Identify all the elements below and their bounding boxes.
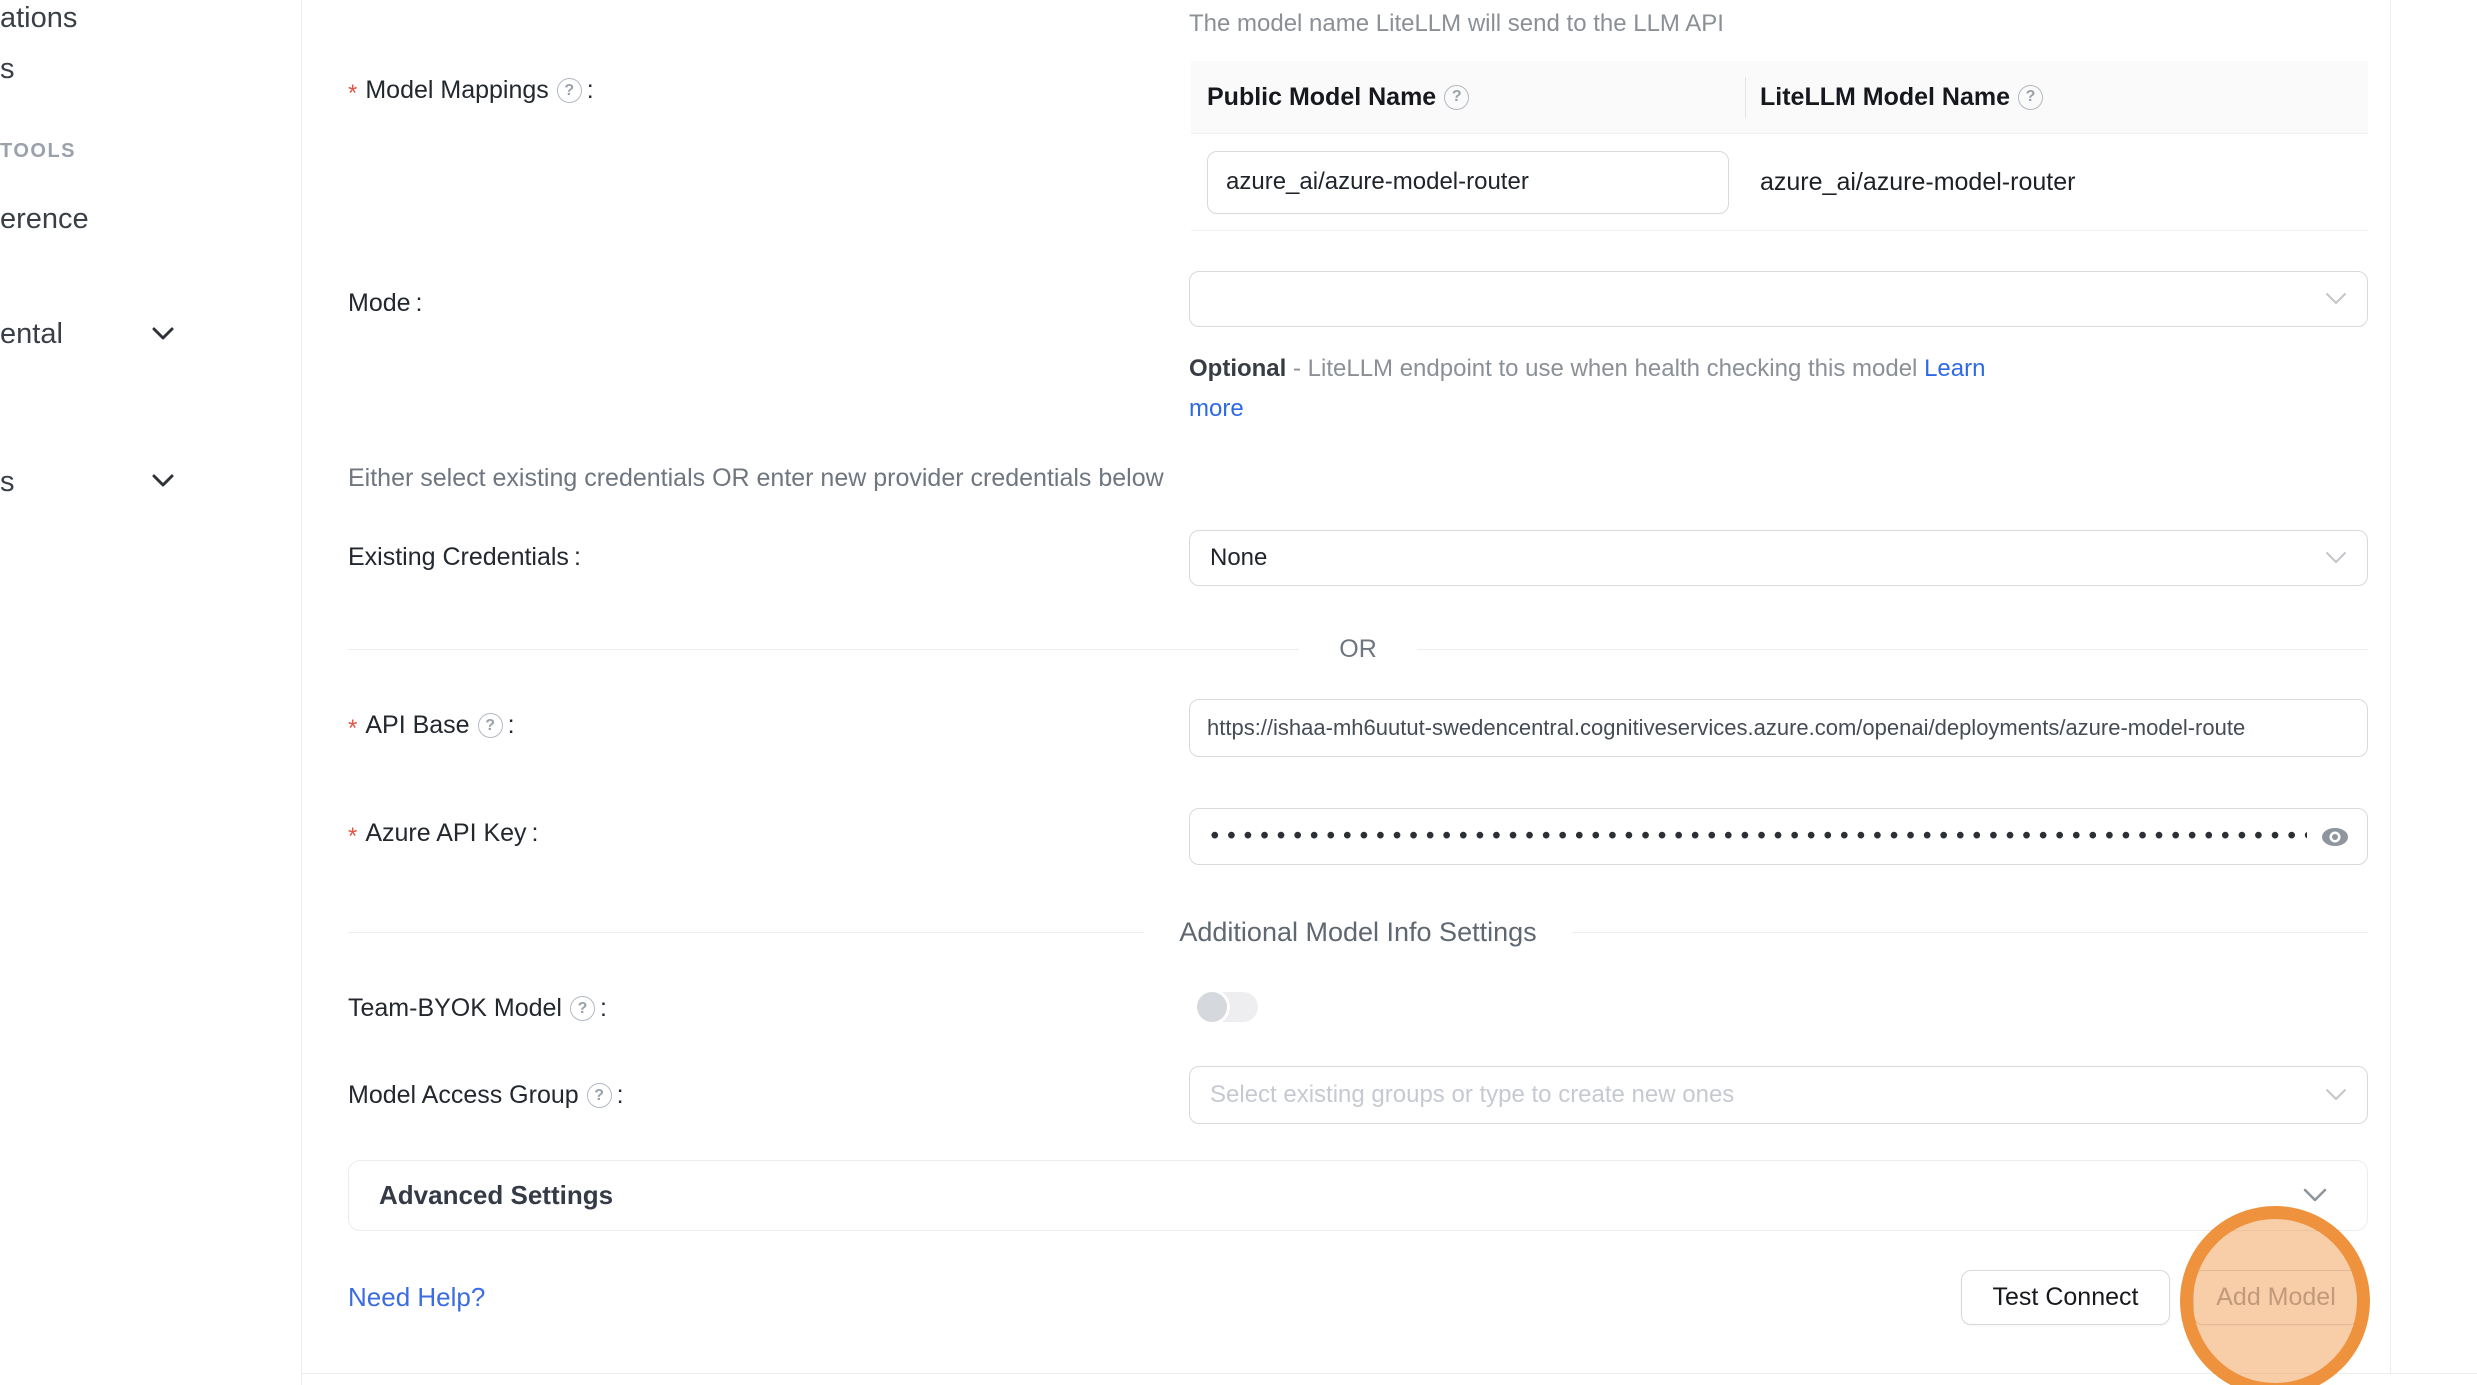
sidebar-item-s2[interactable]: s bbox=[0, 466, 15, 499]
team-byok-toggle[interactable] bbox=[1197, 992, 1258, 1022]
label-text: Model Mappings bbox=[365, 76, 548, 105]
optional-bold: Optional bbox=[1189, 355, 1286, 382]
table-header-litellm-model-name: LiteLLM Model Name ? bbox=[1745, 61, 2043, 133]
label-colon: : bbox=[508, 711, 515, 740]
label-colon: : bbox=[574, 543, 581, 572]
existing-credentials-select[interactable]: None bbox=[1189, 530, 2368, 586]
label-text: Azure API Key bbox=[365, 819, 526, 848]
chevron-down-icon bbox=[2325, 292, 2347, 306]
add-model-button[interactable]: Add Model bbox=[2193, 1270, 2359, 1325]
model-mappings-table: Public Model Name ? LiteLLM Model Name ?… bbox=[1191, 61, 2368, 231]
advanced-settings-title: Advanced Settings bbox=[379, 1180, 613, 1211]
sidebar-item-ations[interactable]: ations bbox=[0, 2, 77, 35]
model-access-group-label: Model Access Group ? : bbox=[348, 1081, 624, 1110]
team-byok-label: Team-BYOK Model ? : bbox=[348, 994, 607, 1023]
help-icon[interactable]: ? bbox=[478, 713, 503, 738]
label-text: Mode bbox=[348, 289, 411, 318]
sidebar-item-erence[interactable]: erence bbox=[0, 203, 89, 236]
litellm-model-name-value: azure_ai/azure-model-router bbox=[1760, 168, 2075, 197]
divider-line bbox=[348, 649, 1299, 650]
model-access-group-placeholder: Select existing groups or type to create… bbox=[1210, 1081, 1734, 1109]
sidebar-item-label: ations bbox=[0, 2, 77, 35]
required-marker: * bbox=[348, 715, 357, 743]
api-base-label: * API Base ? : bbox=[348, 711, 515, 740]
test-connect-button[interactable]: Test Connect bbox=[1961, 1270, 2170, 1325]
table-header-row: Public Model Name ? LiteLLM Model Name ? bbox=[1191, 61, 2368, 134]
required-marker: * bbox=[348, 80, 357, 108]
model-mappings-label: * Model Mappings ? : bbox=[348, 76, 594, 105]
chevron-down-icon bbox=[152, 327, 174, 341]
sidebar-item-ental[interactable]: ental bbox=[0, 318, 63, 351]
existing-credentials-label: Existing Credentials : bbox=[348, 543, 581, 572]
optional-help-text: Optional - LiteLLM endpoint to use when … bbox=[1189, 349, 2029, 429]
credentials-note: Either select existing credentials OR en… bbox=[348, 464, 1164, 493]
or-divider: OR bbox=[348, 636, 2368, 662]
need-help-link[interactable]: Need Help? bbox=[348, 1282, 485, 1313]
sidebar-item-label: erence bbox=[0, 203, 89, 236]
help-icon[interactable]: ? bbox=[1444, 85, 1469, 110]
sidebar-item-label: s bbox=[0, 53, 15, 86]
chevron-down-icon bbox=[2325, 551, 2347, 565]
help-icon[interactable]: ? bbox=[587, 1083, 612, 1108]
label-colon: : bbox=[600, 994, 607, 1023]
add-model-page: ations s TOOLS erence ental s The model … bbox=[0, 0, 2477, 1385]
label-colon: : bbox=[587, 76, 594, 105]
sidebar-section-tools: TOOLS bbox=[0, 140, 76, 163]
label-text: Existing Credentials bbox=[348, 543, 569, 572]
table-row: azure_ai/azure-model-router bbox=[1191, 134, 2368, 231]
or-text: OR bbox=[1299, 635, 1417, 664]
additional-settings-text: Additional Model Info Settings bbox=[1144, 917, 1571, 948]
label-text: Model Access Group bbox=[348, 1081, 579, 1110]
eye-icon[interactable] bbox=[2320, 826, 2350, 848]
content-right-border bbox=[2390, 0, 2391, 1373]
label-colon: : bbox=[617, 1081, 624, 1110]
chevron-down-icon bbox=[152, 474, 174, 488]
help-icon[interactable]: ? bbox=[570, 996, 595, 1021]
header-text: LiteLLM Model Name bbox=[1760, 83, 2010, 112]
table-header-public-model-name: Public Model Name ? bbox=[1191, 61, 1745, 133]
sidebar-item-label: s bbox=[0, 466, 15, 499]
header-divider bbox=[1745, 77, 1746, 118]
label-colon: : bbox=[532, 819, 539, 848]
api-base-input[interactable] bbox=[1189, 699, 2368, 757]
optional-text: - LiteLLM endpoint to use when health ch… bbox=[1286, 355, 1924, 382]
existing-credentials-value: None bbox=[1210, 544, 1267, 572]
additional-settings-divider: Additional Model Info Settings bbox=[348, 917, 2368, 947]
azure-api-key-input[interactable] bbox=[1189, 808, 2368, 865]
sidebar-item-label: ental bbox=[0, 318, 63, 351]
toggle-knob bbox=[1197, 992, 1227, 1022]
help-icon[interactable]: ? bbox=[557, 78, 582, 103]
azure-api-key-label: * Azure API Key : bbox=[348, 819, 539, 848]
header-text: Public Model Name bbox=[1207, 83, 1436, 112]
chevron-down-icon bbox=[2325, 1088, 2347, 1102]
sidebar-item-s1[interactable]: s bbox=[0, 53, 15, 86]
azure-api-key-field bbox=[1189, 808, 2368, 865]
divider-line bbox=[1572, 932, 2368, 933]
content-bottom-border bbox=[302, 1373, 2477, 1374]
advanced-settings-panel[interactable]: Advanced Settings bbox=[348, 1160, 2368, 1231]
mode-label: Mode : bbox=[348, 289, 423, 318]
label-text: Team-BYOK Model bbox=[348, 994, 562, 1023]
help-icon[interactable]: ? bbox=[2018, 85, 2043, 110]
model-name-hint: The model name LiteLLM will send to the … bbox=[1189, 10, 1724, 38]
sidebar: ations s TOOLS erence ental s bbox=[0, 0, 302, 1385]
mode-select[interactable] bbox=[1189, 271, 2368, 327]
required-marker: * bbox=[348, 823, 357, 851]
chevron-down-icon bbox=[2303, 1188, 2327, 1203]
model-access-group-select[interactable]: Select existing groups or type to create… bbox=[1189, 1066, 2368, 1124]
public-model-name-input[interactable] bbox=[1207, 151, 1729, 214]
divider-line bbox=[1417, 649, 2368, 650]
label-text: API Base bbox=[365, 711, 469, 740]
divider-line bbox=[348, 932, 1144, 933]
label-colon: : bbox=[416, 289, 423, 318]
